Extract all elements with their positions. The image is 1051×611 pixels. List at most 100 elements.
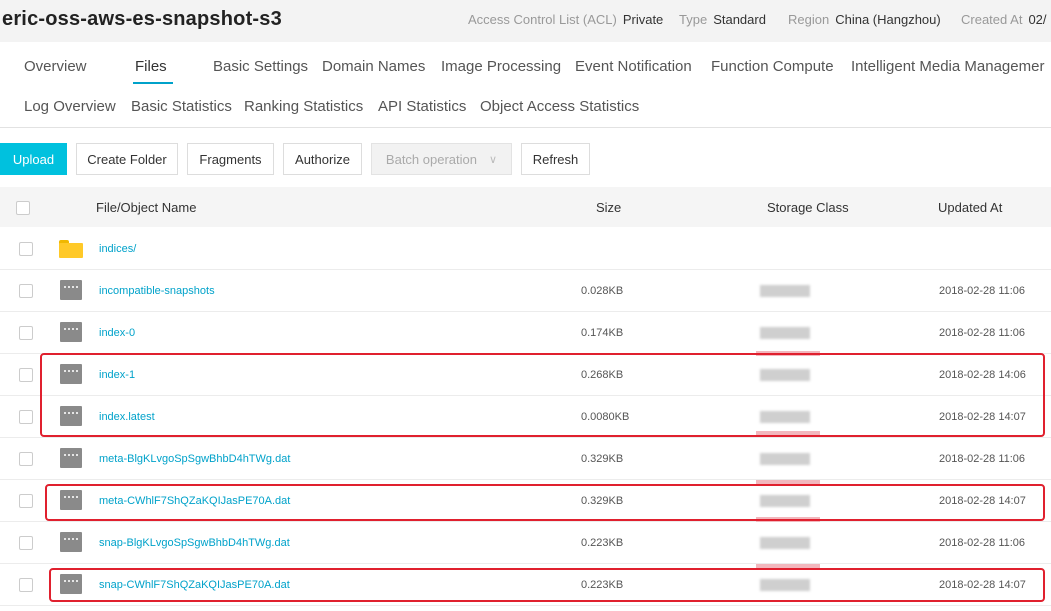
object-name-link[interactable]: snap-BlgKLvgoSpSgwBhbD4hTWg.dat bbox=[99, 537, 290, 549]
tab-log-overview[interactable]: Log Overview bbox=[24, 98, 116, 115]
object-name-link[interactable]: index-0 bbox=[99, 327, 135, 339]
bucket-title: eric-oss-aws-es-snapshot-s3 bbox=[2, 8, 282, 30]
authorize-button[interactable]: Authorize bbox=[283, 143, 362, 175]
tab-intelligent-media-management[interactable]: Intelligent Media Managemer bbox=[851, 58, 1044, 75]
table-row[interactable]: snap-BlgKLvgoSpSgwBhbD4hTWg.dat 0.223KB … bbox=[0, 522, 1051, 564]
object-updated-at: 2018-02-28 14:07 bbox=[939, 495, 1026, 507]
meta-acl-key: Access Control List (ACL) bbox=[468, 12, 617, 27]
table-row[interactable]: index-1 0.268KB 2018-02-28 14:06 bbox=[0, 354, 1051, 396]
column-header-name[interactable]: File/Object Name bbox=[96, 200, 196, 215]
file-icon bbox=[60, 532, 82, 552]
object-size: 0.223KB bbox=[581, 537, 624, 549]
annotation-bar bbox=[756, 564, 820, 569]
row-checkbox[interactable] bbox=[19, 494, 33, 508]
meta-created: Created At 02/ bbox=[961, 12, 1047, 27]
object-size: 0.329KB bbox=[581, 453, 624, 465]
object-size: 0.0080KB bbox=[581, 411, 630, 423]
meta-region-key: Region bbox=[788, 12, 830, 27]
storage-class-redacted bbox=[760, 285, 810, 297]
column-header-updated-at[interactable]: Updated At bbox=[938, 200, 1002, 215]
file-icon bbox=[60, 406, 82, 426]
object-size: 0.329KB bbox=[581, 495, 624, 507]
meta-acl: Access Control List (ACL) Private bbox=[468, 12, 663, 27]
storage-class-redacted bbox=[760, 579, 810, 591]
meta-region-value: China (Hangzhou) bbox=[835, 12, 941, 27]
table-row[interactable]: indices/ bbox=[0, 228, 1051, 270]
tab-image-processing[interactable]: Image Processing bbox=[441, 58, 561, 75]
meta-acl-value: Private bbox=[622, 12, 664, 27]
row-checkbox[interactable] bbox=[19, 242, 33, 256]
object-name-link[interactable]: meta-CWhlF7ShQZaKQIJasPE70A.dat bbox=[99, 495, 290, 507]
annotation-bar bbox=[756, 431, 820, 436]
fragments-button[interactable]: Fragments bbox=[187, 143, 274, 175]
object-updated-at: 2018-02-28 14:07 bbox=[939, 411, 1026, 423]
tab-ranking-statistics[interactable]: Ranking Statistics bbox=[244, 98, 363, 115]
object-name-link[interactable]: meta-BlgKLvgoSpSgwBhbD4hTWg.dat bbox=[99, 453, 290, 465]
table-row[interactable]: incompatible-snapshots 0.028KB 2018-02-2… bbox=[0, 270, 1051, 312]
row-checkbox[interactable] bbox=[19, 326, 33, 340]
tab-function-compute[interactable]: Function Compute bbox=[711, 58, 834, 75]
tab-files[interactable]: Files bbox=[133, 58, 173, 84]
meta-type: Type Standard bbox=[679, 12, 766, 27]
refresh-button[interactable]: Refresh bbox=[521, 143, 590, 175]
meta-type-value: Standard bbox=[713, 12, 766, 27]
tab-domain-names[interactable]: Domain Names bbox=[322, 58, 425, 75]
create-folder-button[interactable]: Create Folder bbox=[76, 143, 178, 175]
table-row[interactable]: index.latest 0.0080KB 2018-02-28 14:07 bbox=[0, 396, 1051, 438]
tab-basic-settings[interactable]: Basic Settings bbox=[213, 58, 308, 75]
tab-basic-statistics[interactable]: Basic Statistics bbox=[131, 98, 232, 115]
object-updated-at: 2018-02-28 11:06 bbox=[939, 285, 1026, 297]
object-name-link[interactable]: snap-CWhlF7ShQZaKQIJasPE70A.dat bbox=[99, 579, 290, 591]
row-checkbox[interactable] bbox=[19, 410, 33, 424]
annotation-bar bbox=[756, 351, 820, 356]
object-updated-at: 2018-02-28 14:07 bbox=[939, 579, 1026, 591]
object-updated-at: 2018-02-28 11:06 bbox=[939, 327, 1026, 339]
storage-class-redacted bbox=[760, 411, 810, 423]
object-size: 0.174KB bbox=[581, 327, 624, 339]
row-checkbox[interactable] bbox=[19, 452, 33, 466]
folder-icon bbox=[59, 240, 83, 258]
upload-button[interactable]: Upload bbox=[0, 143, 67, 175]
file-icon bbox=[60, 364, 82, 384]
meta-type-key: Type bbox=[679, 12, 708, 27]
file-icon bbox=[60, 448, 82, 468]
object-name-link[interactable]: indices/ bbox=[99, 243, 136, 255]
row-checkbox[interactable] bbox=[19, 536, 33, 550]
file-icon bbox=[60, 490, 82, 510]
file-icon bbox=[60, 574, 82, 594]
column-header-storage-class[interactable]: Storage Class bbox=[767, 200, 849, 215]
annotation-bar bbox=[756, 517, 820, 522]
object-updated-at: 2018-02-28 11:06 bbox=[939, 537, 1026, 549]
tab-overview[interactable]: Overview bbox=[24, 58, 87, 75]
batch-operation-label: Batch operation bbox=[385, 151, 477, 167]
table-row[interactable]: meta-BlgKLvgoSpSgwBhbD4hTWg.dat 0.329KB … bbox=[0, 438, 1051, 480]
object-name-link[interactable]: index.latest bbox=[99, 411, 155, 423]
object-name-link[interactable]: index-1 bbox=[99, 369, 135, 381]
object-size: 0.028KB bbox=[581, 285, 624, 297]
storage-class-redacted bbox=[760, 369, 810, 381]
row-checkbox[interactable] bbox=[19, 368, 33, 382]
table-row[interactable]: meta-CWhlF7ShQZaKQIJasPE70A.dat 0.329KB … bbox=[0, 480, 1051, 522]
row-checkbox[interactable] bbox=[19, 284, 33, 298]
file-icon bbox=[60, 280, 82, 300]
object-size: 0.268KB bbox=[581, 369, 624, 381]
tab-api-statistics[interactable]: API Statistics bbox=[378, 98, 466, 115]
object-updated-at: 2018-02-28 14:06 bbox=[939, 369, 1026, 381]
batch-operation-dropdown[interactable]: Batch operation ∨ bbox=[371, 143, 512, 175]
annotation-bar bbox=[756, 480, 820, 485]
storage-class-redacted bbox=[760, 327, 810, 339]
table-header: File/Object Name Size Storage Class Upda… bbox=[0, 187, 1051, 227]
tab-bar-secondary: Log Overview Basic Statistics Ranking St… bbox=[0, 86, 1051, 128]
row-checkbox[interactable] bbox=[19, 578, 33, 592]
table-row[interactable]: snap-CWhlF7ShQZaKQIJasPE70A.dat 0.223KB … bbox=[0, 564, 1051, 606]
tab-object-access-statistics[interactable]: Object Access Statistics bbox=[480, 98, 639, 115]
tab-event-notification[interactable]: Event Notification bbox=[575, 58, 692, 75]
chevron-down-icon: ∨ bbox=[489, 153, 498, 166]
file-icon bbox=[60, 322, 82, 342]
column-header-size[interactable]: Size bbox=[596, 200, 621, 215]
object-updated-at: 2018-02-28 11:06 bbox=[939, 453, 1026, 465]
table-row[interactable]: index-0 0.174KB 2018-02-28 11:06 bbox=[0, 312, 1051, 354]
object-name-link[interactable]: incompatible-snapshots bbox=[99, 285, 215, 297]
object-size: 0.223KB bbox=[581, 579, 624, 591]
select-all-checkbox[interactable] bbox=[16, 201, 30, 215]
